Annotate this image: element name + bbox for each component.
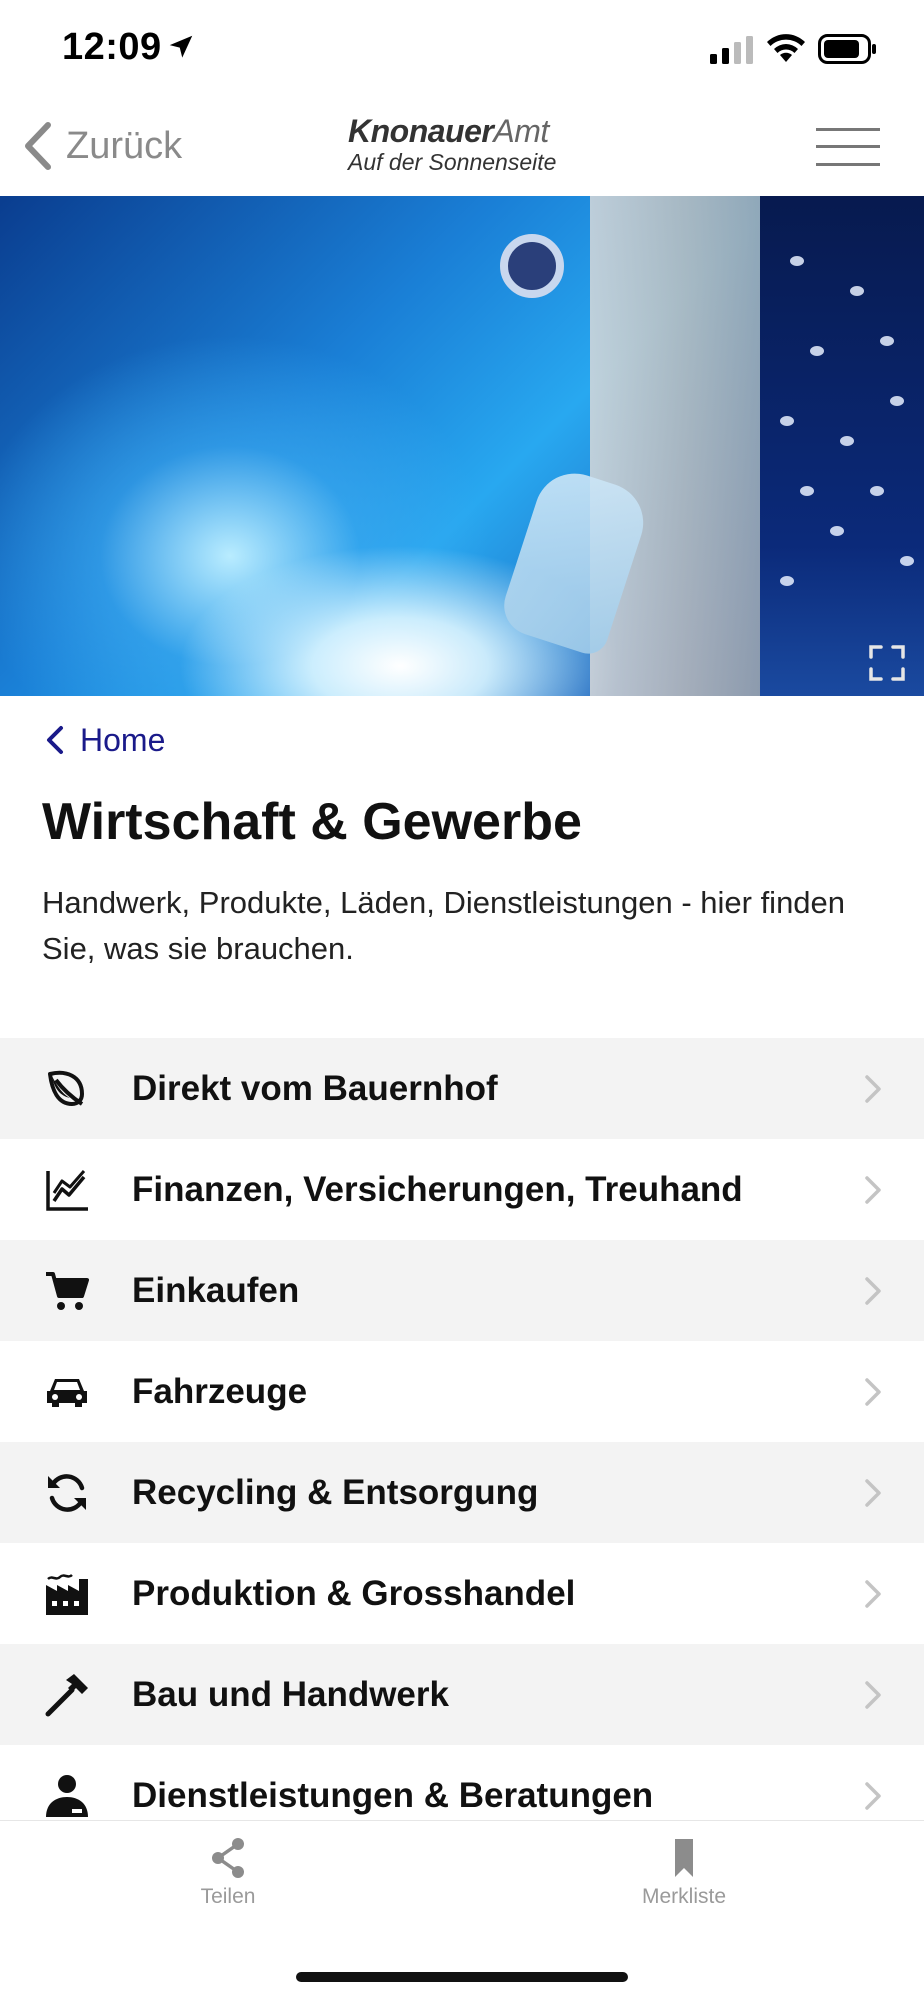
- chevron-right-icon: [865, 1580, 881, 1608]
- app-logo[interactable]: KnonauerAmt Auf der Sonnenseite: [348, 114, 578, 180]
- share-icon: [212, 1838, 244, 1878]
- share-label: Teilen: [200, 1885, 256, 1908]
- nav-bar: Zurück KnonauerAmt Auf der Sonnenseite: [0, 96, 924, 196]
- home-indicator[interactable]: [296, 1972, 628, 1982]
- chevron-right-icon: [865, 1479, 881, 1507]
- factory-icon: [46, 1573, 88, 1615]
- chevron-right-icon: [865, 1075, 881, 1103]
- recycle-icon: [48, 1474, 86, 1512]
- list-item-direkt-vom-bauernhof[interactable]: Direkt vom Bauernhof: [0, 1038, 924, 1139]
- list-item-einkaufen[interactable]: Einkaufen: [0, 1240, 924, 1341]
- chevron-right-icon: [865, 1378, 881, 1406]
- back-button[interactable]: Zurück: [22, 118, 182, 174]
- list-item-finanzen[interactable]: Finanzen, Versicherungen, Treuhand: [0, 1139, 924, 1240]
- bookmark-icon: [675, 1839, 693, 1877]
- wifi-icon: [767, 34, 805, 62]
- list-item-label: Fahrzeuge: [132, 1372, 308, 1411]
- category-list: Direkt vom Bauernhof Finanzen, Versicher…: [0, 1038, 924, 1846]
- list-item-label: Recycling & Entsorgung: [132, 1473, 539, 1512]
- logo-wordmark: KnonauerAmt: [348, 114, 578, 148]
- status-time: 12:09: [62, 26, 162, 68]
- share-button[interactable]: Teilen: [158, 1837, 298, 1927]
- car-icon: [47, 1379, 87, 1407]
- page-title: Wirtschaft & Gewerbe: [42, 793, 582, 851]
- list-item-fahrzeuge[interactable]: Fahrzeuge: [0, 1341, 924, 1442]
- list-item-label: Finanzen, Versicherungen, Treuhand: [132, 1170, 743, 1209]
- chevron-left-icon: [47, 726, 63, 754]
- bookmark-label: Merkliste: [641, 1885, 726, 1908]
- status-bar: 12:09: [0, 0, 924, 96]
- location-arrow-icon: [169, 35, 193, 58]
- hammer-icon: [45, 1674, 88, 1717]
- hero-sweater-shape: [590, 196, 780, 696]
- shopping-cart-icon: [46, 1272, 89, 1310]
- breadcrumb-label: Home: [80, 721, 166, 758]
- hero-image: [0, 196, 924, 696]
- chevron-right-icon: [865, 1277, 881, 1305]
- chevron-right-icon: [865, 1681, 881, 1709]
- fullscreen-icon[interactable]: [868, 644, 906, 682]
- list-item-label: Einkaufen: [132, 1271, 300, 1310]
- battery-icon: [818, 34, 876, 64]
- cellular-signal-icon: [710, 36, 753, 64]
- back-label: Zurück: [66, 124, 183, 167]
- chart-line-icon: [46, 1170, 88, 1211]
- list-item-label: Dienstleistungen & Beratungen: [132, 1776, 654, 1815]
- hero-ring-shape: [500, 234, 564, 298]
- page-description: Handwerk, Produkte, Läden, Dienstleistun…: [42, 885, 846, 966]
- hamburger-menu-icon[interactable]: [816, 126, 880, 168]
- list-item-bau-und-handwerk[interactable]: Bau und Handwerk: [0, 1644, 924, 1745]
- logo-tagline: Auf der Sonnenseite: [348, 149, 557, 175]
- chevron-right-icon: [865, 1782, 881, 1810]
- logo-part2: Amt: [493, 113, 549, 149]
- breadcrumb-home-link[interactable]: Home: [44, 718, 165, 762]
- list-item-label: Produktion & Grosshandel: [132, 1574, 576, 1613]
- leaf-icon: [48, 1070, 84, 1106]
- list-item-recycling[interactable]: Recycling & Entsorgung: [0, 1442, 924, 1543]
- logo-part1: Knonauer: [348, 113, 494, 149]
- bookmark-list-button[interactable]: Merkliste: [614, 1837, 754, 1927]
- chevron-right-icon: [865, 1176, 881, 1204]
- list-item-label: Bau und Handwerk: [132, 1675, 449, 1714]
- list-item-produktion[interactable]: Produktion & Grosshandel: [0, 1543, 924, 1644]
- list-item-label: Direkt vom Bauernhof: [132, 1069, 498, 1108]
- chevron-left-icon: [25, 122, 51, 170]
- person-icon: [46, 1775, 88, 1817]
- hero-dark-shape: [760, 196, 924, 696]
